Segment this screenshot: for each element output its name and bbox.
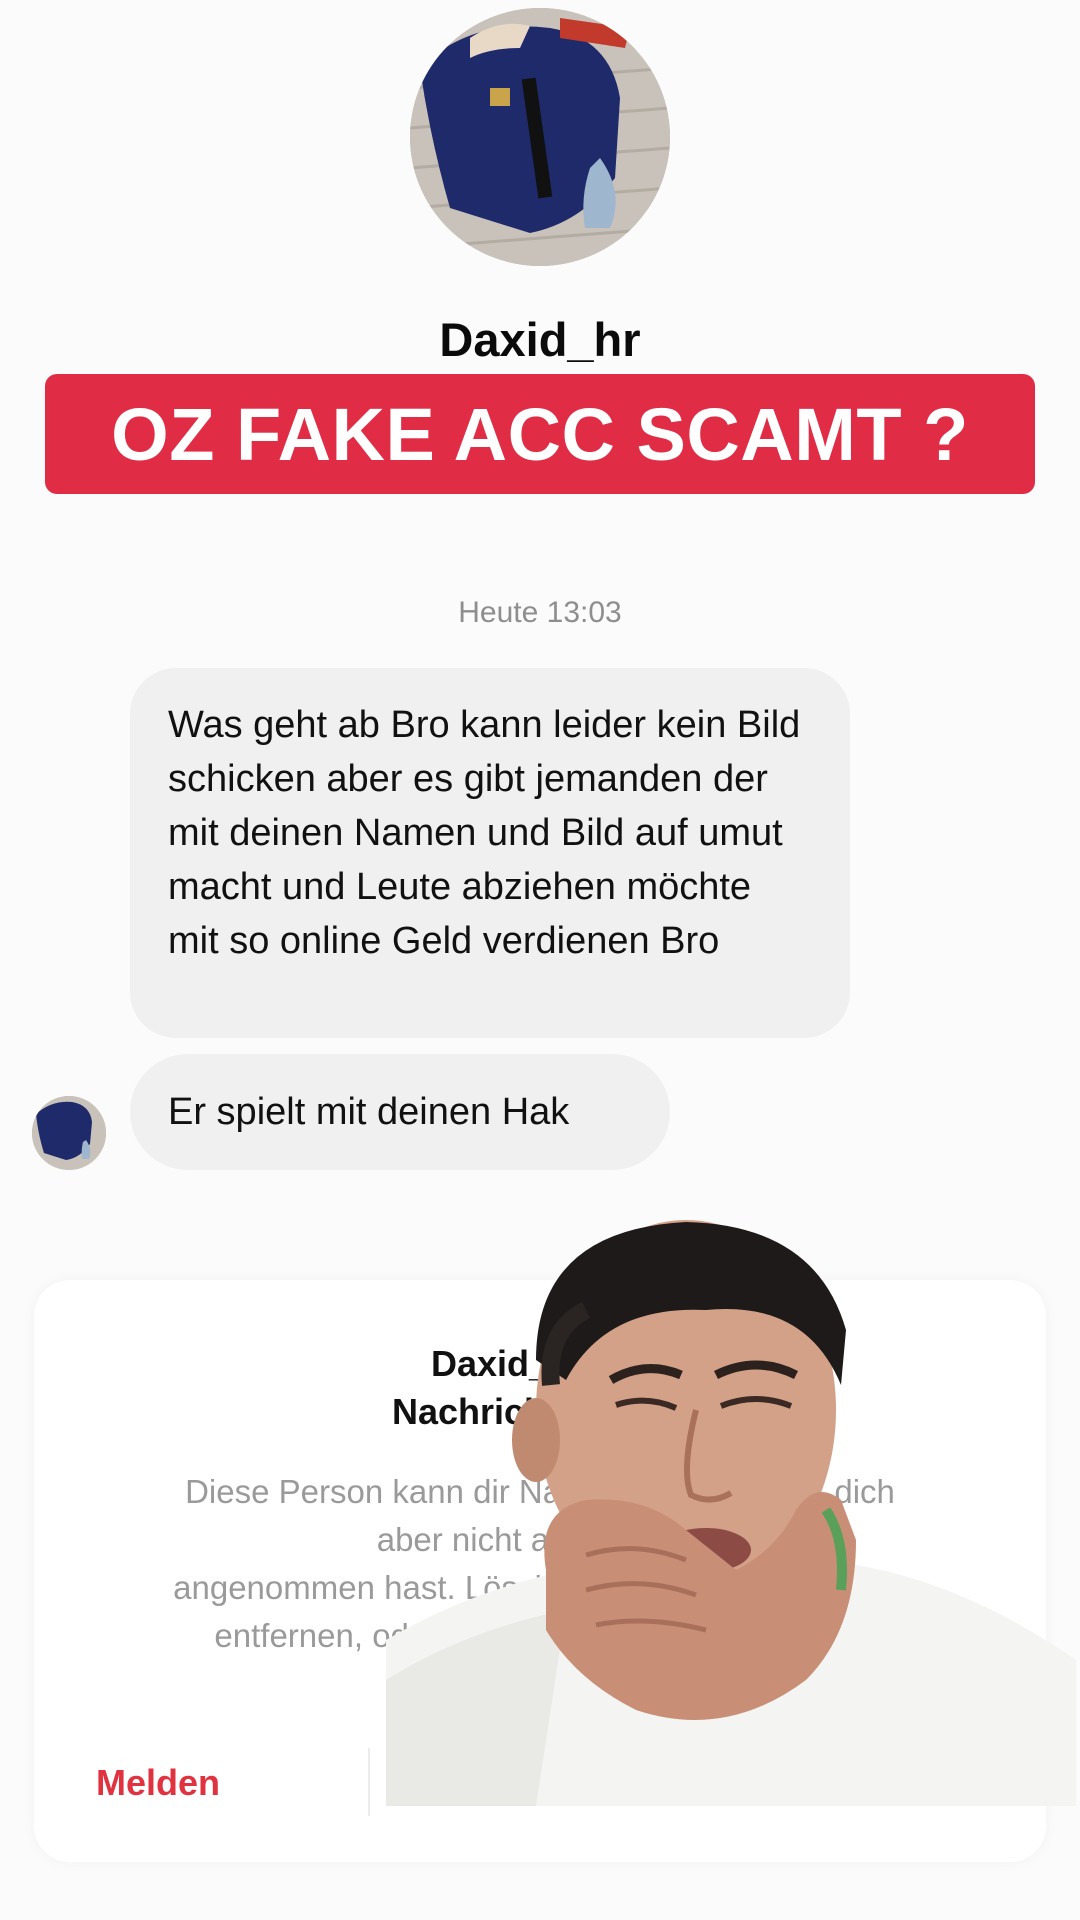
person-video-overlay: [386, 1210, 1076, 1806]
sender-avatar[interactable]: [32, 1096, 106, 1170]
button-divider: [368, 1748, 370, 1816]
profile-avatar-photo: [410, 8, 670, 266]
title-banner-text: OZ FAKE ACC SCAMT ?: [111, 392, 969, 476]
message-bubble[interactable]: Was geht ab Bro kann leider kein Bild sc…: [130, 668, 850, 1038]
profile-avatar[interactable]: [410, 8, 670, 266]
report-button[interactable]: Melden: [96, 1762, 220, 1804]
profile-username: Daxid_hr: [439, 313, 641, 366]
chat-timestamp: Heute 13:03: [458, 596, 622, 629]
title-banner: OZ FAKE ACC SCAMT ?: [45, 374, 1035, 494]
sender-avatar-photo: [32, 1096, 106, 1170]
message-bubble[interactable]: Er spielt mit deinen Hak: [130, 1054, 670, 1170]
person-photo: [386, 1220, 1076, 1806]
